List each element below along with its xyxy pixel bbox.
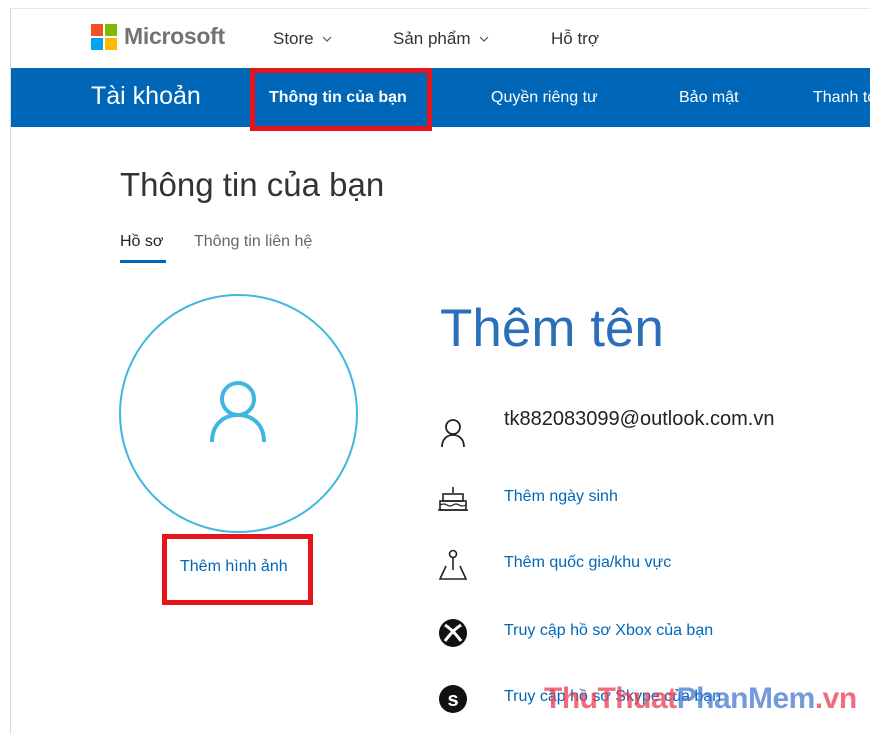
add-birthday-link[interactable]: Thêm ngày sinh (504, 488, 618, 506)
active-tab-indicator (120, 260, 166, 263)
country-row[interactable]: Thêm quốc gia/khu vực (436, 548, 671, 582)
brand-name: Microsoft (124, 23, 225, 49)
add-name-link[interactable]: Thêm tên (440, 298, 664, 359)
xbox-profile-link[interactable]: Truy cập hồ sơ Xbox của bạn (504, 622, 713, 640)
skype-row[interactable]: s Truy cập hồ sơ Skype của bạn (436, 682, 721, 716)
page-title: Thông tin của bạn (120, 166, 385, 203)
chevron-down-icon (322, 36, 332, 42)
tab-security[interactable]: Bảo mật (679, 89, 739, 107)
location-pin-icon (438, 549, 468, 580)
tab-privacy[interactable]: Quyền riêng tư (491, 89, 598, 107)
birthday-row[interactable]: Thêm ngày sinh (436, 482, 618, 516)
person-icon (441, 419, 465, 448)
nav-store[interactable]: Store (273, 29, 332, 49)
subtab-contact-info[interactable]: Thông tin liên hệ (194, 233, 312, 251)
nav-support[interactable]: Hỗ trợ (551, 29, 599, 49)
xbox-row[interactable]: Truy cập hồ sơ Xbox của bạn (436, 616, 713, 650)
add-country-link[interactable]: Thêm quốc gia/khu vực (504, 554, 671, 572)
chevron-down-icon (479, 36, 488, 42)
svg-text:s: s (447, 689, 458, 711)
highlight-box (250, 68, 432, 131)
account-title[interactable]: Tài khoản (91, 82, 201, 111)
microsoft-logo[interactable]: Microsoft (91, 23, 225, 50)
skype-icon: s (439, 685, 467, 713)
watermark: ThuThuatPhanMem.vn (544, 682, 857, 715)
email-address: tk882083099@outlook.com.vn (504, 408, 775, 430)
person-icon (210, 381, 266, 443)
tab-payment[interactable]: Thanh toán (813, 89, 870, 107)
xbox-icon (439, 619, 467, 647)
birthday-cake-icon (438, 487, 468, 511)
top-navigation: Microsoft Store Sản phẩm Hỗ trợ (11, 9, 870, 68)
microsoft-logo-icon (91, 23, 117, 50)
email-row: tk882083099@outlook.com.vn (436, 408, 774, 449)
subtab-profile[interactable]: Hồ sơ (120, 233, 163, 251)
nav-products[interactable]: Sản phẩm (393, 29, 489, 49)
account-bar: Tài khoản Thông tin của bạn Quyền riêng … (11, 68, 870, 127)
add-photo-link[interactable]: Thêm hình ảnh (180, 558, 288, 576)
